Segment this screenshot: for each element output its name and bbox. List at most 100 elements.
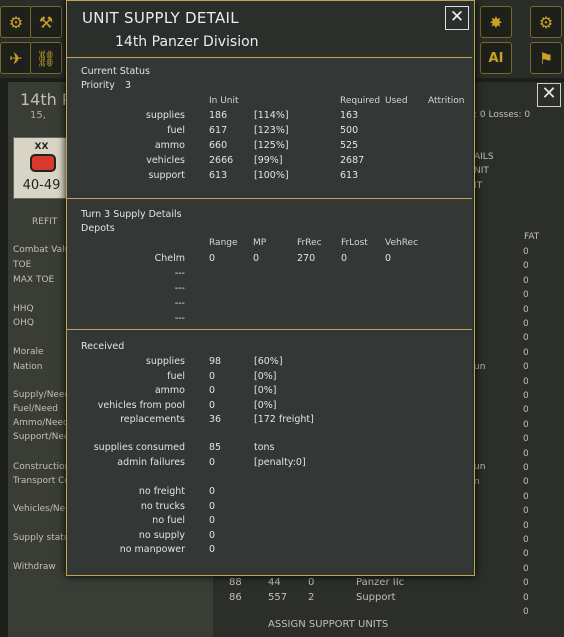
depot-value: 0 [253,253,260,264]
received-row-label: supplies [145,356,185,367]
fat-value: 0 [523,376,529,387]
fat-header: FAT [524,232,540,242]
bg-row-a2: 86 [229,592,242,603]
depots-label: Depots [81,223,115,234]
depot-value: 0 [385,253,392,264]
panel-close-icon[interactable]: ✕ [537,83,561,107]
fat-value: 0 [523,391,529,401]
depot-column-header: MP [253,238,267,248]
fat-value: 0 [523,563,529,574]
toolbar-icon-3[interactable]: ✈ [0,42,32,74]
depot-column-header: FrLost [341,238,368,248]
depot-name: --- [174,313,185,324]
left-stat-label: Nation [13,362,43,372]
failure-value: 0 [209,529,216,541]
fat-value: 0 [523,261,529,272]
admin-label: admin failures [117,457,185,468]
close-icon[interactable]: ✕ [445,6,469,30]
depot-column-header: FrRec [297,238,322,248]
losses-text: : 0 Losses: 0 [474,110,531,120]
failure-label: no fuel [152,515,185,526]
fat-value: 0 [523,520,529,531]
failure-value: 0 [209,544,216,555]
status-row-pct: [114%] [254,110,289,121]
fat-value: 0 [523,275,529,286]
dialog-header: UNIT SUPPLY DETAIL 14th Panzer Division … [67,1,474,57]
fat-value: 0 [523,477,529,488]
status-row-required: 500 [340,125,359,136]
left-stat-label: Vehicles/Nee [13,504,71,514]
status-row-label: vehicles [146,155,185,166]
fat-value: 0 [523,333,529,344]
details-text: AILS [474,152,494,162]
status-row-value: 186 [209,110,228,121]
status-row-value: 2666 [209,155,234,166]
toolbar-icon-5[interactable]: ✸ [480,6,512,38]
fat-value: 0 [523,535,529,545]
fat-value: 0 [523,549,529,560]
failure-value: 0 [209,515,216,526]
status-row-value: 613 [209,170,228,181]
bg-row-name1[interactable]: Panzer IIc [356,577,404,588]
depot-column-header: Range [209,238,238,248]
priority-label: Priority [81,80,115,91]
status-row-required: 613 [340,170,359,181]
left-stat-label: OHQ [13,318,34,328]
status-row-value: 617 [209,125,228,136]
consumed-label: supplies consumed [93,442,185,453]
received-row-value: 0 [209,399,216,411]
fat-value: 0 [523,290,529,301]
status-row-required: 163 [340,110,359,121]
left-stat-label: Ammo/Need [13,418,69,428]
toolbar-icon-2[interactable]: ⚒ [30,6,62,38]
priority-value: 3 [125,80,132,91]
received-row-extra: [60%] [254,356,283,367]
fat-value: 0 [523,491,529,502]
received-row-extra: [172 freight] [254,414,314,425]
bg-unit-sub: 15, [30,110,46,121]
toolbar-icon-4[interactable]: ⛓ [30,42,62,74]
status-row-pct: [123%] [254,125,289,136]
received-row-value: 98 [209,356,222,367]
refit-label[interactable]: REFIT [32,217,57,227]
left-stat-label: Morale [13,347,44,357]
toolbar-icon-6[interactable]: ⚙ [530,6,562,38]
status-row-pct: [100%] [254,170,289,181]
bg-un-1: un [474,362,486,372]
bg-row-name2[interactable]: Support [356,592,396,603]
unit-counter[interactable]: XX 40-49 [13,137,70,199]
depot-name: --- [174,283,185,294]
toolbar-icon-7[interactable]: ⚑ [530,42,562,74]
left-stat-label: Supply/Need [13,390,71,400]
received-row-label: replacements [120,414,185,425]
depot-name: --- [174,298,185,309]
left-stat-label: Transport Co [13,476,70,486]
admin-extra: [penalty:0] [254,457,306,468]
turn-details-section: Turn 3 Supply Details Depots Range MP FrRe… [67,198,472,330]
status-row-pct: [125%] [254,140,289,151]
fat-value: 0 [523,319,529,329]
received-row-label: ammo [154,385,185,396]
col-attrition: Attrition [428,96,465,106]
bg-row-c2: 2 [308,592,315,603]
left-stat-label: HHQ [13,304,34,314]
current-status-heading: Current Status [81,66,150,77]
dialog-title: UNIT SUPPLY DETAIL [82,9,239,27]
fat-value: 0 [523,362,529,373]
depot-name: --- [174,268,185,279]
fat-value: 0 [523,405,529,416]
fat-value: 0 [523,578,529,589]
status-row-label: support [148,170,185,181]
ai-button[interactable]: AI [480,42,512,74]
depot-column-header: VehRec [385,238,419,248]
fat-value: 0 [523,607,529,617]
status-row-label: supplies [145,110,185,121]
toolbar-icon-1[interactable]: ⚙ [0,6,32,38]
left-stat-label: Fuel/Need [13,404,58,414]
depot-value: 270 [297,253,316,264]
left-stat-label: Combat Valu [13,245,71,255]
left-stat-label: Supply status [13,533,75,543]
counter-type: XX [34,142,49,152]
failure-label: no freight [138,486,185,497]
assign-support-button[interactable]: ASSIGN SUPPORT UNITS [268,619,388,630]
